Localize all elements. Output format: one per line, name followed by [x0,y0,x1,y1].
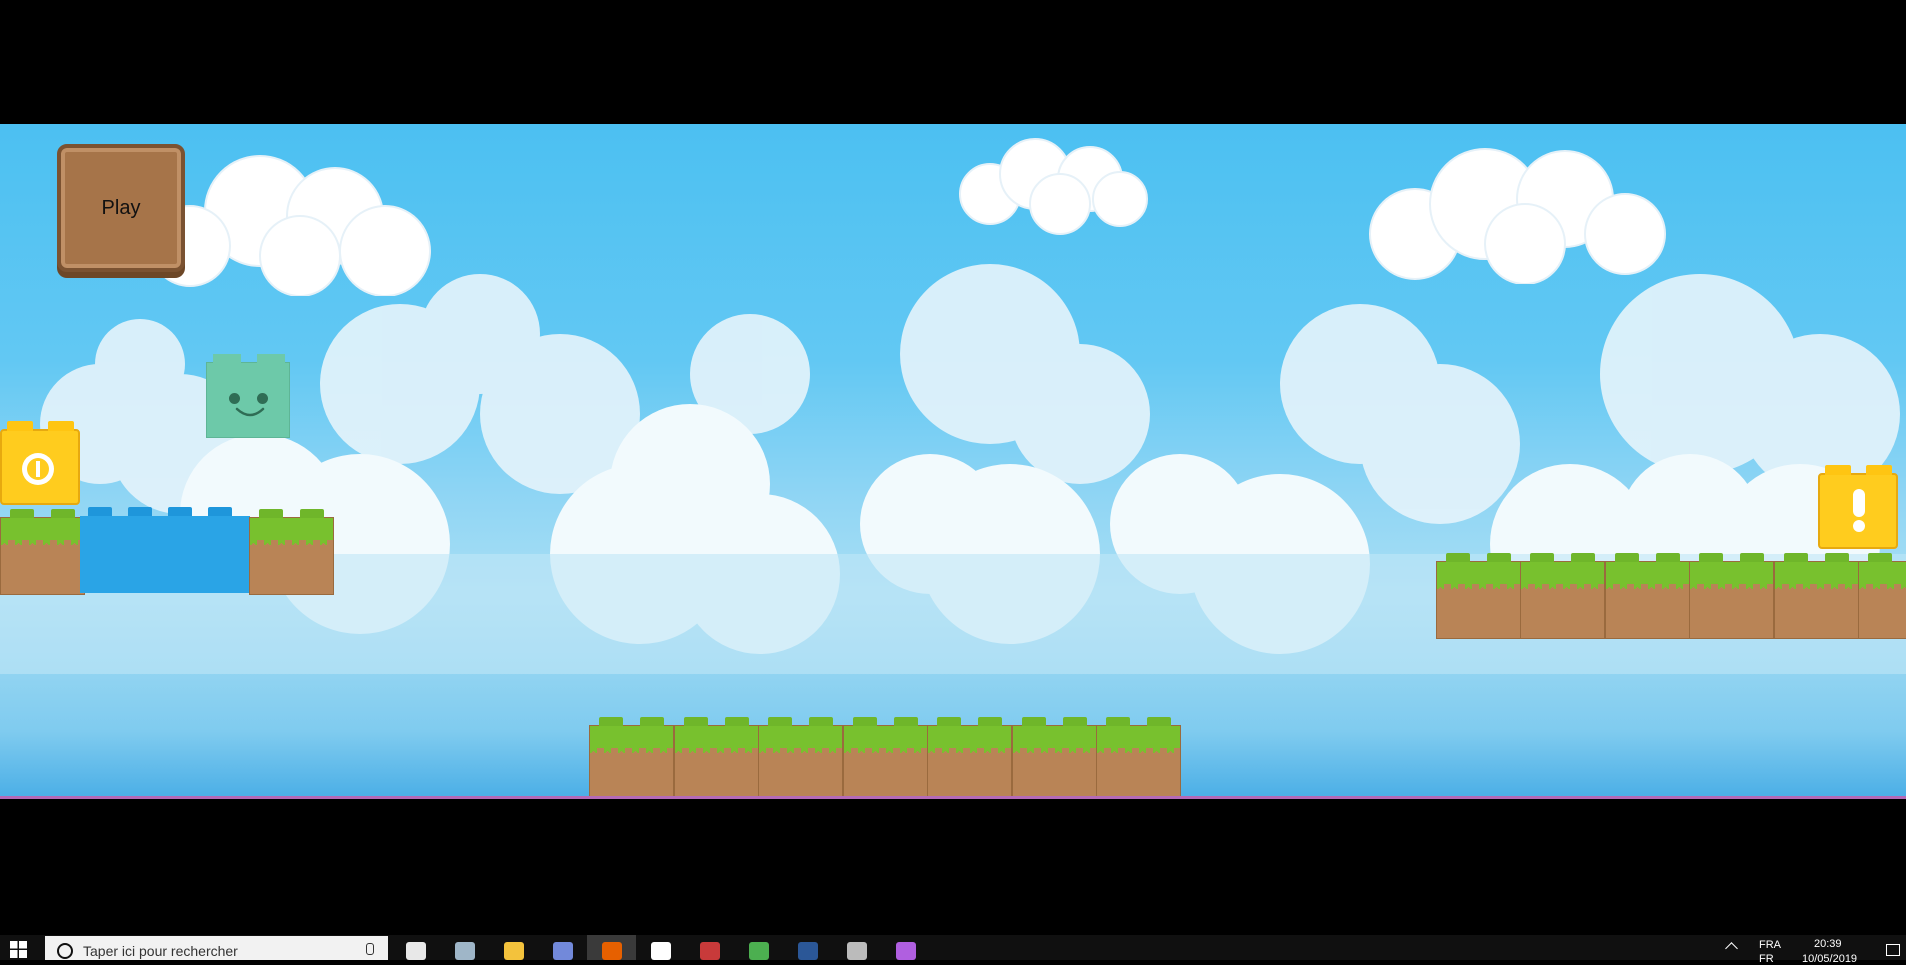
word-icon [797,942,818,960]
ground-tile [1689,553,1774,639]
windows-start-icon[interactable] [10,941,27,958]
taskbar-app-firefox[interactable] [587,935,636,960]
mail-icon [650,942,671,960]
taskbar-app-balloon[interactable] [881,935,930,960]
ground-tile [674,717,759,799]
taskbar-app-discord[interactable] [538,935,587,960]
system-tray: FRA FR 20:39 10/05/2019 [1706,935,1906,965]
cloud [1345,144,1675,284]
file-explorer-icon [503,942,524,960]
ground-tile [1012,717,1097,799]
game-viewport[interactable] [0,124,1906,799]
search-input[interactable]: Taper ici pour rechercher [45,936,388,960]
microphone-icon[interactable] [366,943,374,955]
taskbar-app-unity-flag[interactable] [685,935,734,960]
cloud [940,129,1160,239]
taskbar: Taper ici pour rechercher FRA FR 20:39 1… [0,935,1906,965]
firefox-icon [601,942,622,960]
language-sub-indicator[interactable]: FR [1759,953,1774,965]
store-icon [405,942,426,960]
settings-gear-icon [846,942,867,960]
coin-block [0,421,80,505]
show-hidden-icons-chevron-icon[interactable] [1725,942,1738,955]
ground-tile [1605,553,1690,639]
ground-tile [843,717,928,799]
taskbar-app-word[interactable] [783,935,832,960]
taskbar-app-clover[interactable] [734,935,783,960]
play-button[interactable]: Play [57,144,185,272]
exclamation-block [1818,465,1898,549]
ground-tile [1520,553,1605,639]
ground-tile [249,509,334,595]
ground-tile [1774,553,1859,639]
coin-icon [22,453,54,485]
language-indicator[interactable]: FRA [1759,939,1781,951]
ground-tile [1858,553,1906,639]
taskbar-app-mail[interactable] [636,935,685,960]
discord-icon [552,942,573,960]
exclamation-icon [1853,489,1865,532]
player-character [206,354,290,438]
water-block [80,507,250,593]
taskbar-app-store[interactable] [391,935,440,960]
clock-time[interactable]: 20:39 [1814,938,1842,950]
ground-tile [927,717,1012,799]
taskbar-app-steam[interactable] [440,935,489,960]
ground-tile [1096,717,1181,799]
action-center-icon[interactable] [1886,944,1900,956]
search-icon [57,943,73,959]
floor-line [0,796,1906,799]
clover-icon [748,942,769,960]
ground-tile [0,509,85,595]
unity-flag-icon [699,942,720,960]
search-placeholder: Taper ici pour rechercher [83,943,238,959]
taskbar-app-settings-gear[interactable] [832,935,881,960]
taskbar-app-file-explorer[interactable] [489,935,538,960]
steam-icon [454,942,475,960]
clock-date[interactable]: 10/05/2019 [1802,953,1857,965]
ground-tile [1436,553,1521,639]
ground-tile [758,717,843,799]
ground-tile [589,717,674,799]
balloon-icon [895,942,916,960]
